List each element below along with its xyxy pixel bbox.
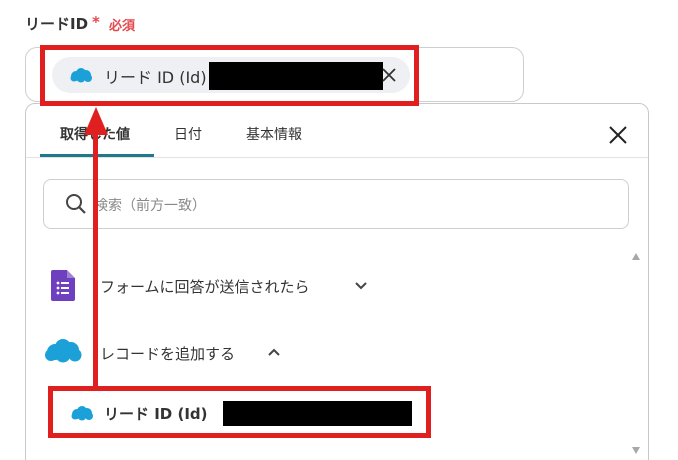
scroll-down-arrow-icon[interactable] bbox=[632, 447, 640, 454]
annotation-arrow-line bbox=[93, 132, 98, 388]
chevron-down-icon[interactable] bbox=[354, 281, 368, 291]
required-text: 必須 bbox=[109, 19, 136, 34]
search-icon bbox=[66, 194, 86, 214]
tab-divider bbox=[26, 157, 648, 158]
search-placeholder: 検索（前方一致） bbox=[94, 198, 206, 214]
google-forms-icon bbox=[51, 270, 75, 301]
chevron-up-icon[interactable] bbox=[267, 347, 281, 357]
group-label-add-record[interactable]: レコードを追加する bbox=[100, 343, 235, 364]
required-mark: * bbox=[92, 13, 100, 31]
scrollbar[interactable] bbox=[630, 252, 642, 460]
annotation-box-source bbox=[48, 386, 431, 438]
tab-basic-info[interactable]: 基本情報 bbox=[246, 124, 302, 144]
tab-date[interactable]: 日付 bbox=[174, 124, 202, 144]
annotation-arrow-head bbox=[84, 107, 108, 135]
salesforce-cloud-icon bbox=[45, 339, 82, 363]
field-label: リードID bbox=[25, 15, 89, 33]
close-icon[interactable] bbox=[607, 124, 629, 146]
group-label-forms[interactable]: フォームに回答が送信されたら bbox=[100, 276, 310, 297]
annotation-box-selected bbox=[40, 45, 419, 106]
scroll-up-arrow-icon[interactable] bbox=[632, 253, 640, 260]
